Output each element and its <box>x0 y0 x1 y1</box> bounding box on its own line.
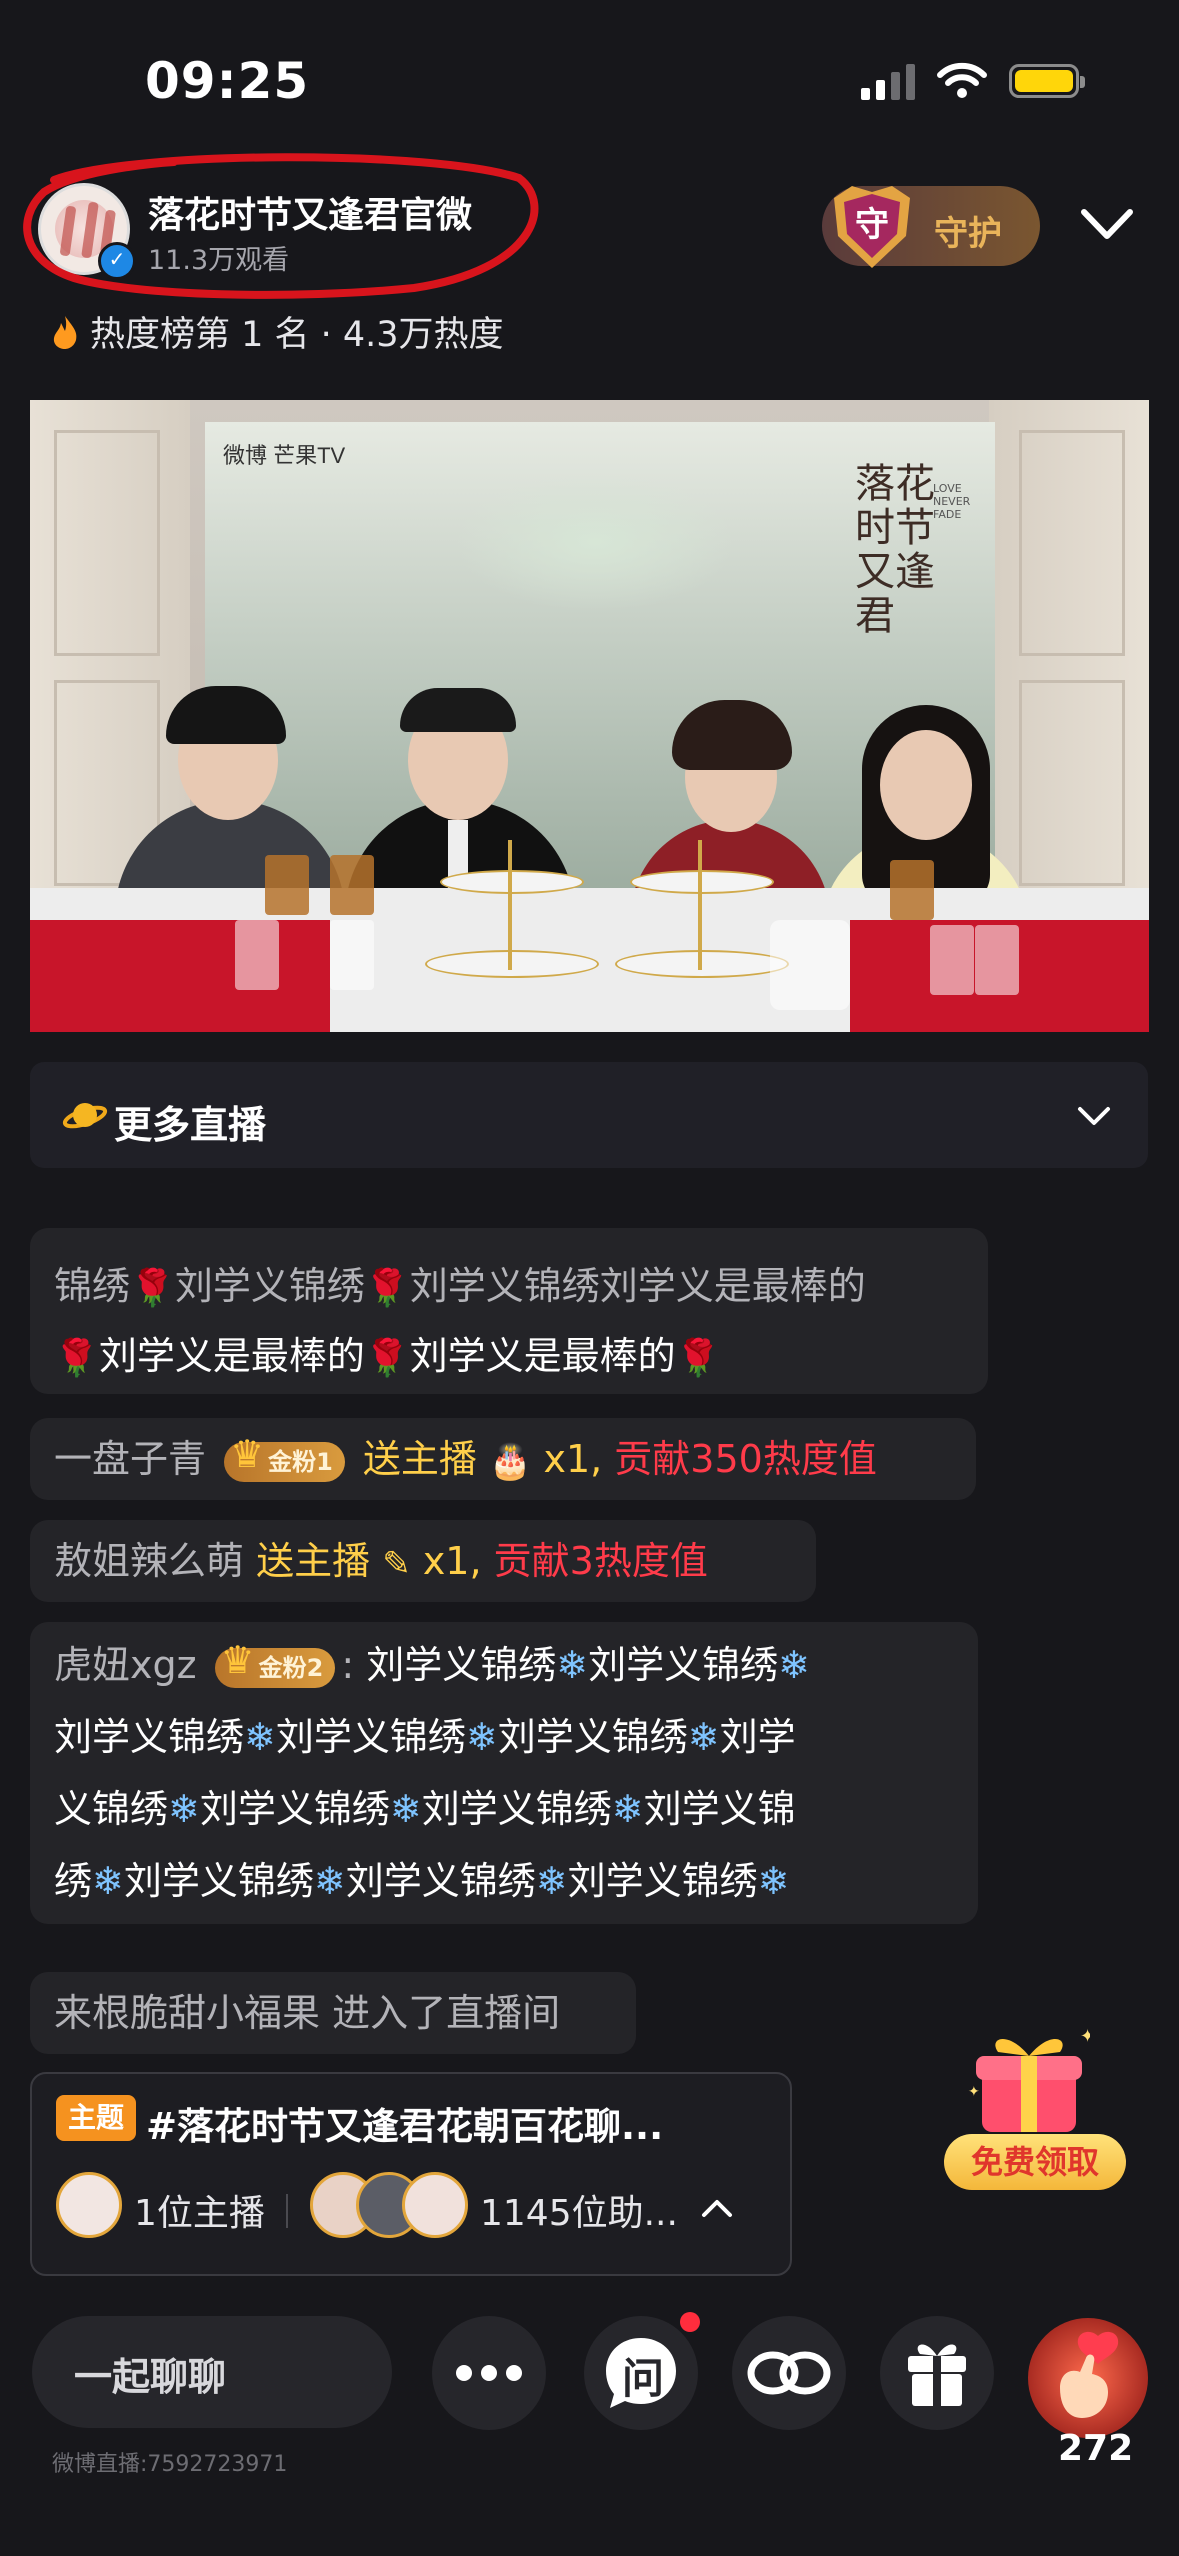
live-video[interactable]: 微博 芒果TV 落花时节又逢君 LOVE NEVER FADE <box>30 400 1149 1032</box>
enter-notice: 来根脆甜小福果 进入了直播间 <box>54 1991 561 2035</box>
like-count: 272 <box>1058 2428 1134 2469</box>
svg-text:守: 守 <box>855 205 889 245</box>
gift-icon <box>908 2344 966 2406</box>
rose-icon: 🌹 <box>364 1337 410 1379</box>
planet-icon <box>62 1103 108 1129</box>
topic-tag: 主题 <box>56 2095 137 2141</box>
snowflake-icon: ❄ <box>168 1787 200 1831</box>
snowflake-icon: ❄ <box>92 1859 124 1903</box>
chat-message-text: 虎妞xgz 金粉2: 刘学义锦绣❄刘学义锦绣❄ <box>54 1630 810 1700</box>
chat-input-label[interactable]: 一起聊聊 <box>74 2346 226 2401</box>
link-icon <box>747 2351 831 2395</box>
gift-message: 敖姐辣么萌 送主播 ✎ x1, 贡献3热度值 <box>54 1526 708 1599</box>
chat-message-text: 锦绣🌹刘学义锦绣🌹刘学义锦绣刘学义是最棒的 <box>54 1251 866 1324</box>
topic-hosts[interactable]: 1位主播 <box>134 2184 265 2236</box>
snowflake-icon: ❄ <box>778 1643 810 1687</box>
snowflake-icon: ❄ <box>465 1715 498 1759</box>
snowflake-icon: ❄ <box>556 1643 589 1687</box>
snowflake-icon: ❄ <box>244 1715 276 1759</box>
glow-stick-icon: ✎ <box>382 1543 411 1584</box>
snowflake-icon: ❄ <box>535 1859 568 1903</box>
guard-shield-icon: 守 <box>834 186 910 268</box>
gift-message: 一盘子青 金粉1 送主播 🎂 x1, 贡献350热度值 <box>54 1424 877 1497</box>
fan-badge: 金粉1 <box>224 1434 345 1482</box>
gift-box-icon[interactable]: ✦ ✦ <box>968 2026 1090 2136</box>
ask-label: 问 <box>621 2354 664 2403</box>
more-live-label[interactable]: 更多直播 <box>114 1094 266 1149</box>
heat-rank-text: 热度榜第 1 名 · 4.3万热度 <box>90 315 504 355</box>
room-id: 微博直播:7592723971 <box>52 2452 288 2477</box>
status-time: 09:25 <box>145 52 310 110</box>
helper-avatar <box>402 2172 468 2238</box>
expand-up-icon[interactable] <box>700 2196 734 2220</box>
snowflake-icon: ❄ <box>687 1715 720 1759</box>
chat-username[interactable]: 一盘子青 <box>54 1437 206 1481</box>
topic-title[interactable]: #落花时节又逢君花朝百花聊... <box>146 2096 663 2150</box>
cake-icon: 🎂 <box>489 1441 532 1482</box>
more-live-chevron-icon[interactable] <box>1076 1104 1112 1128</box>
rose-icon: 🌹 <box>675 1337 721 1379</box>
fan-badge: 金粉2 <box>214 1640 336 1688</box>
poster-title: 落花时节又逢君 <box>855 461 935 639</box>
topic-helpers[interactable]: 1145位助... <box>480 2184 678 2236</box>
rose-icon: 🌹 <box>130 1267 175 1309</box>
more-dots-icon <box>456 2365 522 2381</box>
heat-rank[interactable]: 热度榜第 1 名 · 4.3万热度 <box>50 306 504 357</box>
divider <box>286 2194 288 2228</box>
notification-dot <box>680 2312 700 2332</box>
svg-text:✦: ✦ <box>968 2084 980 2100</box>
chat-username[interactable]: 敖姐辣么萌 <box>54 1539 244 1583</box>
svg-text:✦: ✦ <box>1080 2026 1090 2047</box>
cellular-signal-icon <box>861 62 915 100</box>
snowflake-icon: ❄ <box>611 1787 644 1831</box>
chat-message-text: 刘学义锦绣❄刘学义锦绣❄刘学义锦绣❄刘学 <box>54 1715 796 1759</box>
collapse-chevron-icon[interactable] <box>1078 204 1136 244</box>
rose-icon: 🌹 <box>54 1337 99 1379</box>
guard-label[interactable]: 守护 <box>934 206 1002 255</box>
poster-subtitle: LOVE NEVER FADE <box>933 482 971 521</box>
free-claim-button[interactable]: 免费领取 <box>944 2134 1126 2190</box>
chat-message-text: 义锦绣❄刘学义锦绣❄刘学义锦绣❄刘学义锦 <box>54 1787 796 1831</box>
snowflake-icon: ❄ <box>757 1859 790 1903</box>
snowflake-icon: ❄ <box>313 1859 346 1903</box>
chat-message-text: 绣❄刘学义锦绣❄刘学义锦绣❄刘学义锦绣❄ <box>54 1859 790 1903</box>
annotation-circle <box>23 153 539 299</box>
battery-icon <box>1009 64 1085 98</box>
chat-message-text: 🌹刘学义是最棒的🌹刘学义是最棒的🌹 <box>54 1321 721 1394</box>
status-icons <box>861 62 1085 100</box>
wifi-icon <box>937 62 987 98</box>
flame-icon <box>53 315 77 349</box>
finger-heart-icon <box>1060 2331 1119 2418</box>
snowflake-icon: ❄ <box>389 1787 422 1831</box>
host-avatar-small[interactable] <box>56 2172 122 2238</box>
chat-username[interactable]: 虎妞xgz <box>54 1643 197 1687</box>
backdrop-brand: 微博 芒果TV <box>223 443 346 468</box>
rose-icon: 🌹 <box>364 1267 410 1309</box>
